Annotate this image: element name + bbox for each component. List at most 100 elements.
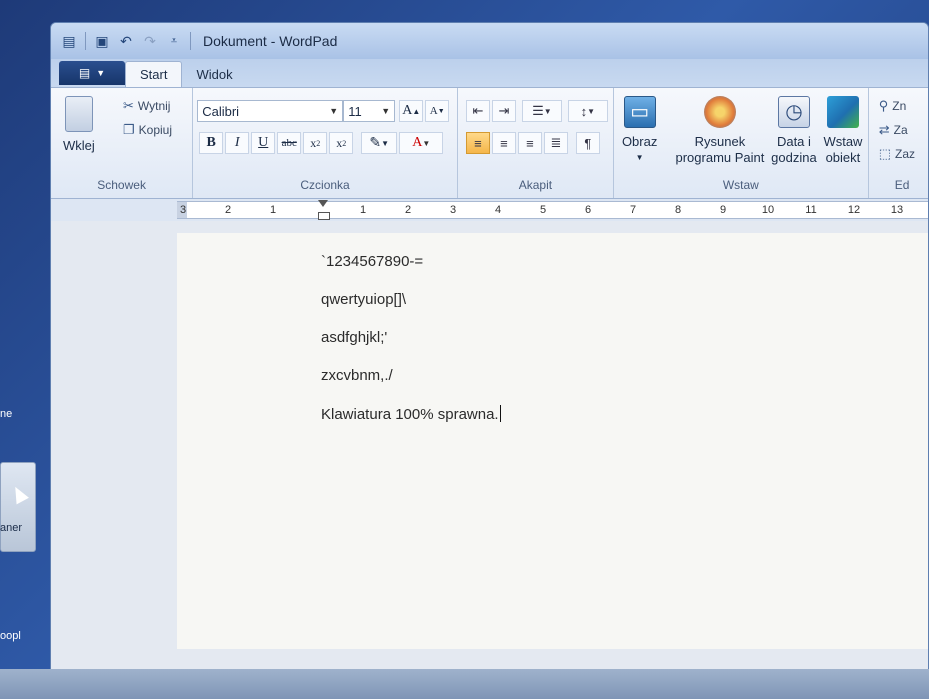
insert-paint-drawing-button[interactable]: Rysunek programu Paint	[670, 96, 770, 166]
separator	[85, 32, 86, 50]
insert-date-time-button[interactable]: ◷ Data i godzina	[771, 96, 817, 166]
tab-widok[interactable]: Widok	[182, 61, 246, 87]
increase-indent-icon[interactable]: ⇥	[491, 100, 516, 122]
justify-icon[interactable]: ≣	[543, 132, 568, 154]
replace-button[interactable]: ⇄ Za	[879, 122, 908, 138]
redo-icon[interactable]: ↷	[142, 33, 158, 49]
align-right-icon[interactable]: ≡	[517, 132, 542, 154]
desktop-label-fragment: oopl	[0, 630, 21, 642]
copy-button[interactable]: ❐ Kopiuj	[123, 122, 172, 138]
ruler-number: 2	[224, 204, 232, 216]
ruler-number: 13	[890, 204, 904, 216]
grow-font-icon[interactable]: A ▲	[399, 100, 424, 122]
wordpad-window: ▤ ▣ ↶ ↷ ⩡ Dokument - WordPad ▤ ▼ Start Wi…	[50, 22, 929, 670]
align-left-icon[interactable]: ≡	[465, 132, 490, 154]
ruler-number: 10	[761, 204, 775, 216]
save-icon[interactable]: ▣	[94, 33, 110, 49]
desktop-gadget[interactable]	[0, 462, 36, 552]
paragraph-settings-icon[interactable]: ¶	[575, 132, 600, 154]
document-line: `1234567890-=	[321, 253, 424, 270]
font-family-select[interactable]: Calibri ▼	[197, 100, 344, 122]
paste-label: Wklej	[63, 138, 95, 153]
group-label-font: Czcionka	[300, 178, 350, 192]
copy-icon: ❐	[123, 122, 135, 137]
document-area: `1234567890-= qwertyuiop[]\ asdfghjkl;' …	[51, 221, 928, 669]
superscript-icon[interactable]: x2	[329, 132, 354, 154]
document-line: asdfghjkl;'	[321, 329, 388, 346]
tab-start[interactable]: Start	[125, 61, 183, 87]
clipboard-icon	[64, 96, 93, 132]
align-center-icon[interactable]: ≡	[491, 132, 516, 154]
underline-icon[interactable]: U	[251, 132, 276, 154]
select-all-label: Zaz	[895, 147, 916, 161]
ruler-number: 6	[584, 204, 592, 216]
ruler-number: 3	[449, 204, 457, 216]
italic-icon[interactable]: I	[225, 132, 250, 154]
strikethrough-icon[interactable]: abc	[277, 132, 302, 154]
chevron-down-icon: ▼	[96, 68, 106, 78]
desktop-label-fragment: ne	[0, 408, 13, 420]
highlight-color-icon[interactable]: ✎ ▼	[361, 132, 398, 154]
document-line: qwertyuiop[]\	[321, 291, 407, 308]
ribbon: Wklej ✂ Wytnij ❐ Kopiuj Schowek Calibri …	[51, 87, 928, 199]
undo-icon[interactable]: ↶	[118, 33, 134, 49]
bold-icon[interactable]: B	[199, 132, 224, 154]
window-title: Dokument - WordPad	[203, 33, 338, 49]
document-text: Klawiatura 100% sprawna.	[321, 406, 499, 423]
ruler-number: 7	[629, 204, 637, 216]
font-size-value: 11	[348, 103, 362, 119]
find-label: Zn	[892, 99, 907, 113]
ruler-number: 4	[494, 204, 502, 216]
select-all-icon: ⬚	[878, 146, 892, 161]
group-insert: ▭ Obraz ▼ Rysunek programu Paint ◷ Data …	[614, 88, 869, 198]
paste-button[interactable]: Wklej	[63, 96, 95, 154]
desktop-label-fragment: aner	[0, 522, 23, 534]
font-size-select[interactable]: 11 ▼	[343, 100, 396, 122]
binoculars-icon: ⚲	[878, 98, 889, 113]
ruler-number: 5	[539, 204, 547, 216]
date-label-line1: Data i	[776, 134, 811, 149]
customize-quick-access-icon[interactable]: ⩡	[166, 33, 182, 49]
insert-image-button[interactable]: ▭ Obraz ▼	[622, 96, 657, 166]
ruler-number: 12	[847, 204, 861, 216]
chevron-down-icon: ▼	[635, 153, 644, 162]
ruler-number: 3	[179, 204, 187, 216]
ruler-number: 8	[674, 204, 682, 216]
find-button[interactable]: ⚲ Zn	[879, 98, 907, 114]
document-line-last: Klawiatura 100% sprawna.	[321, 405, 501, 423]
taskbar[interactable]	[0, 669, 929, 699]
wordpad-app-icon: ▤	[62, 32, 76, 49]
select-all-button[interactable]: ⬚ Zaz	[879, 146, 915, 162]
decrease-indent-icon[interactable]: ⇤	[465, 100, 490, 122]
indent-marker[interactable]	[318, 200, 330, 220]
group-font: Calibri ▼ 11 ▼ A ▲ A ▼ B I U abc x2 x2 ✎ ▼ …	[193, 88, 458, 198]
object-icon	[826, 96, 859, 128]
line-spacing-icon[interactable]: ↕ ▼	[567, 100, 608, 122]
insert-object-button[interactable]: Wstaw obiekt	[820, 96, 866, 166]
paint-palette-icon	[703, 96, 736, 128]
app-menu-button[interactable]: ▤ ▼	[59, 61, 125, 85]
ruler[interactable]: 3 2 1 1 2 3 4 5 6 7 8 9 10 11 12 13	[177, 200, 928, 220]
ruler-number: 1	[359, 204, 367, 216]
title-bar: ▤ ▣ ↶ ↷ ⩡ Dokument - WordPad	[51, 23, 928, 59]
cut-button[interactable]: ✂ Wytnij	[123, 98, 170, 114]
scissors-icon: ✂	[123, 98, 134, 113]
cut-label: Wytnij	[137, 99, 171, 113]
shrink-font-icon[interactable]: A ▼	[425, 100, 450, 122]
document-page[interactable]: `1234567890-= qwertyuiop[]\ asdfghjkl;' …	[177, 233, 928, 649]
calendar-clock-icon: ◷	[777, 96, 810, 128]
chevron-down-icon: ▼	[381, 106, 391, 116]
font-color-icon[interactable]: A ▼	[399, 132, 444, 154]
ruler-number: 2	[404, 204, 412, 216]
replace-icon: ⇄	[878, 122, 890, 137]
subscript-icon[interactable]: x2	[303, 132, 328, 154]
group-label-clipboard: Schowek	[97, 178, 146, 192]
bullet-list-icon[interactable]: ☰ ▼	[521, 100, 562, 122]
separator	[190, 32, 191, 50]
object-label-line1: Wstaw	[823, 134, 863, 149]
replace-label: Za	[893, 123, 908, 137]
ruler-number: 11	[805, 204, 817, 216]
group-label-insert: Wstaw	[722, 178, 759, 192]
ruler-number: 9	[719, 204, 727, 216]
font-family-value: Calibri	[202, 103, 240, 119]
